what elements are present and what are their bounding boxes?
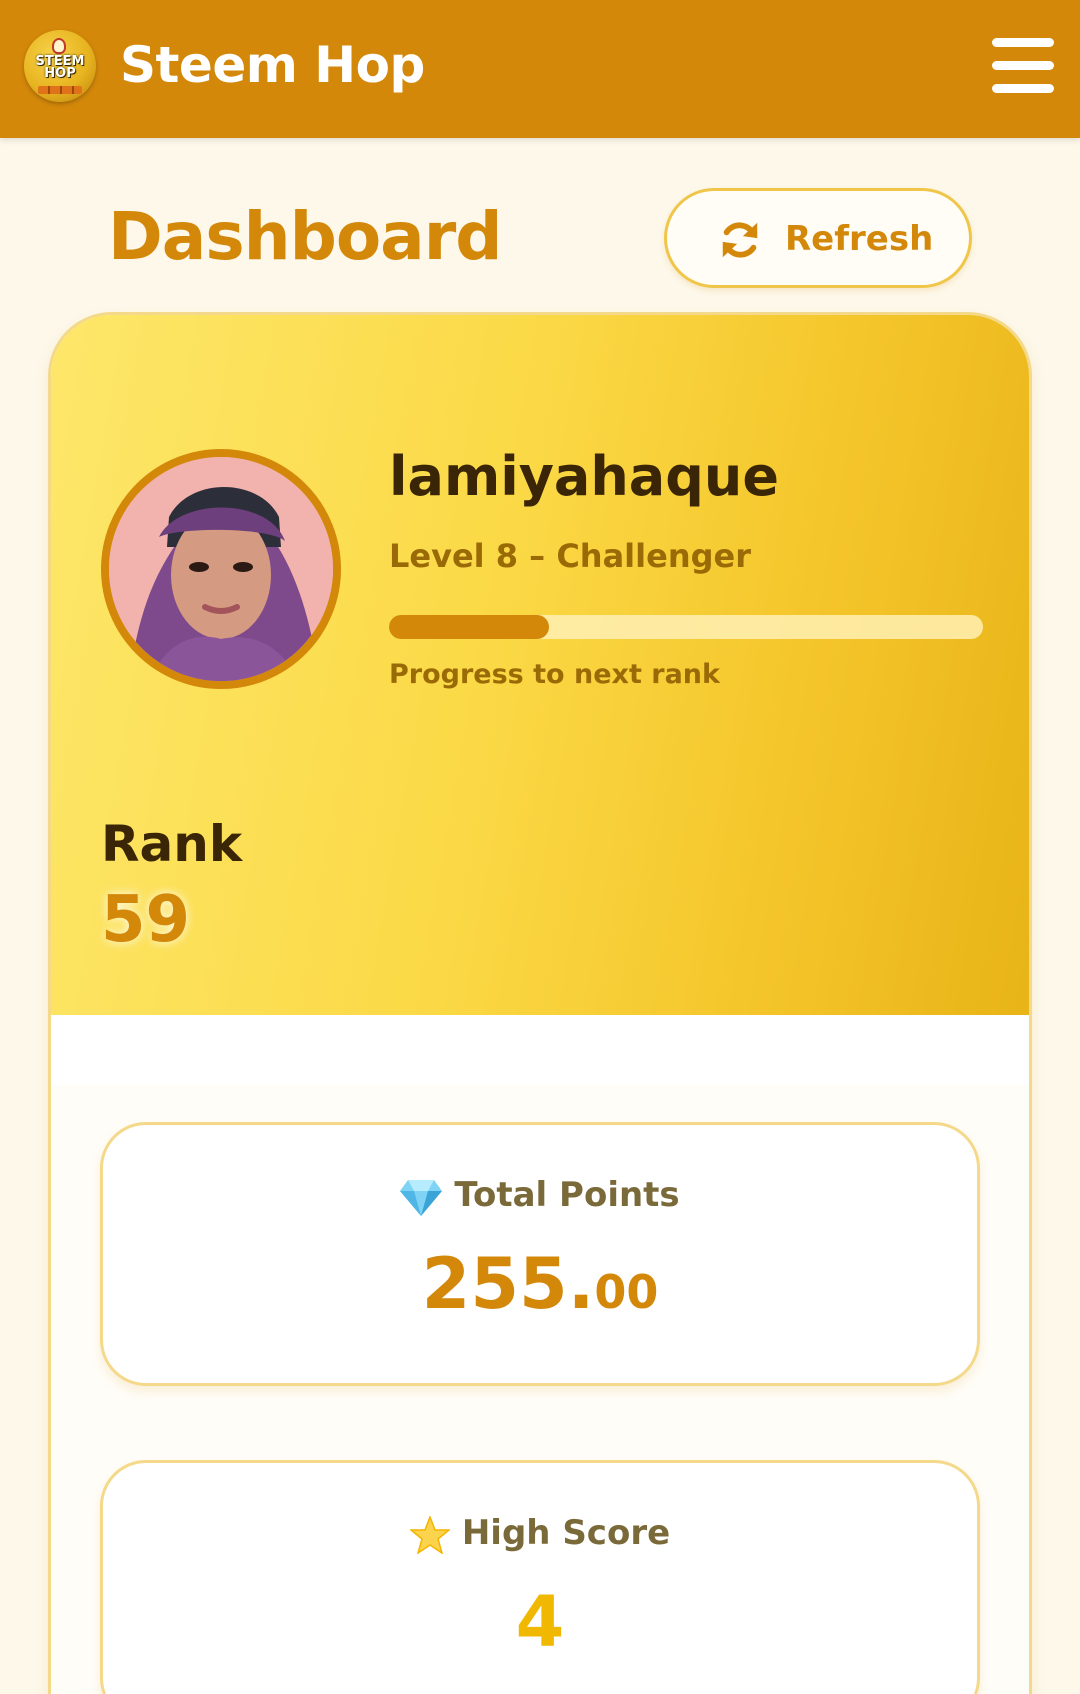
gem-icon bbox=[400, 1179, 443, 1216]
high-score-label: High Score bbox=[461, 1513, 671, 1553]
username: lamiyahaque bbox=[389, 445, 779, 508]
total-points-decimals: 00 bbox=[594, 1265, 659, 1319]
page: STEEM HOP Steem Hop Dashboard Refresh la… bbox=[0, 0, 1080, 1694]
top-app-bar: STEEM HOP Steem Hop bbox=[0, 0, 1080, 138]
rank-label: Rank bbox=[101, 815, 243, 873]
logo-text: STEEM HOP bbox=[35, 54, 85, 81]
high-score-value: 4 bbox=[103, 1581, 977, 1663]
bricks-icon bbox=[38, 86, 82, 94]
page-title: Dashboard bbox=[108, 198, 503, 275]
high-score-header: High Score bbox=[103, 1513, 977, 1554]
level-text: Level 8 – Challenger bbox=[389, 537, 751, 575]
hamburger-menu-icon[interactable] bbox=[990, 36, 1056, 94]
high-score-card: High Score 4 bbox=[100, 1460, 980, 1694]
app-logo[interactable]: STEEM HOP bbox=[24, 30, 96, 102]
total-points-label: Total Points bbox=[454, 1175, 680, 1215]
refresh-label: Refresh bbox=[785, 219, 934, 259]
chick-icon bbox=[52, 38, 66, 54]
progress-caption: Progress to next rank bbox=[389, 659, 720, 690]
rank-progress-fill bbox=[389, 615, 550, 639]
total-points-main: 255. bbox=[421, 1243, 595, 1325]
app-title[interactable]: Steem Hop bbox=[120, 36, 425, 94]
avatar-portrait bbox=[109, 457, 333, 681]
refresh-icon bbox=[722, 222, 758, 258]
total-points-card: Total Points 255.00 bbox=[100, 1122, 980, 1386]
rank-value: 59 bbox=[101, 883, 191, 957]
avatar[interactable] bbox=[101, 449, 341, 689]
total-points-header: Total Points bbox=[103, 1175, 977, 1216]
star-icon bbox=[409, 1515, 450, 1554]
total-points-value: 255.00 bbox=[103, 1243, 977, 1325]
rank-progress-bar bbox=[389, 615, 983, 639]
high-score-main: 4 bbox=[515, 1581, 565, 1663]
refresh-button[interactable]: Refresh bbox=[664, 188, 972, 288]
card-divider-band bbox=[51, 1015, 1029, 1085]
